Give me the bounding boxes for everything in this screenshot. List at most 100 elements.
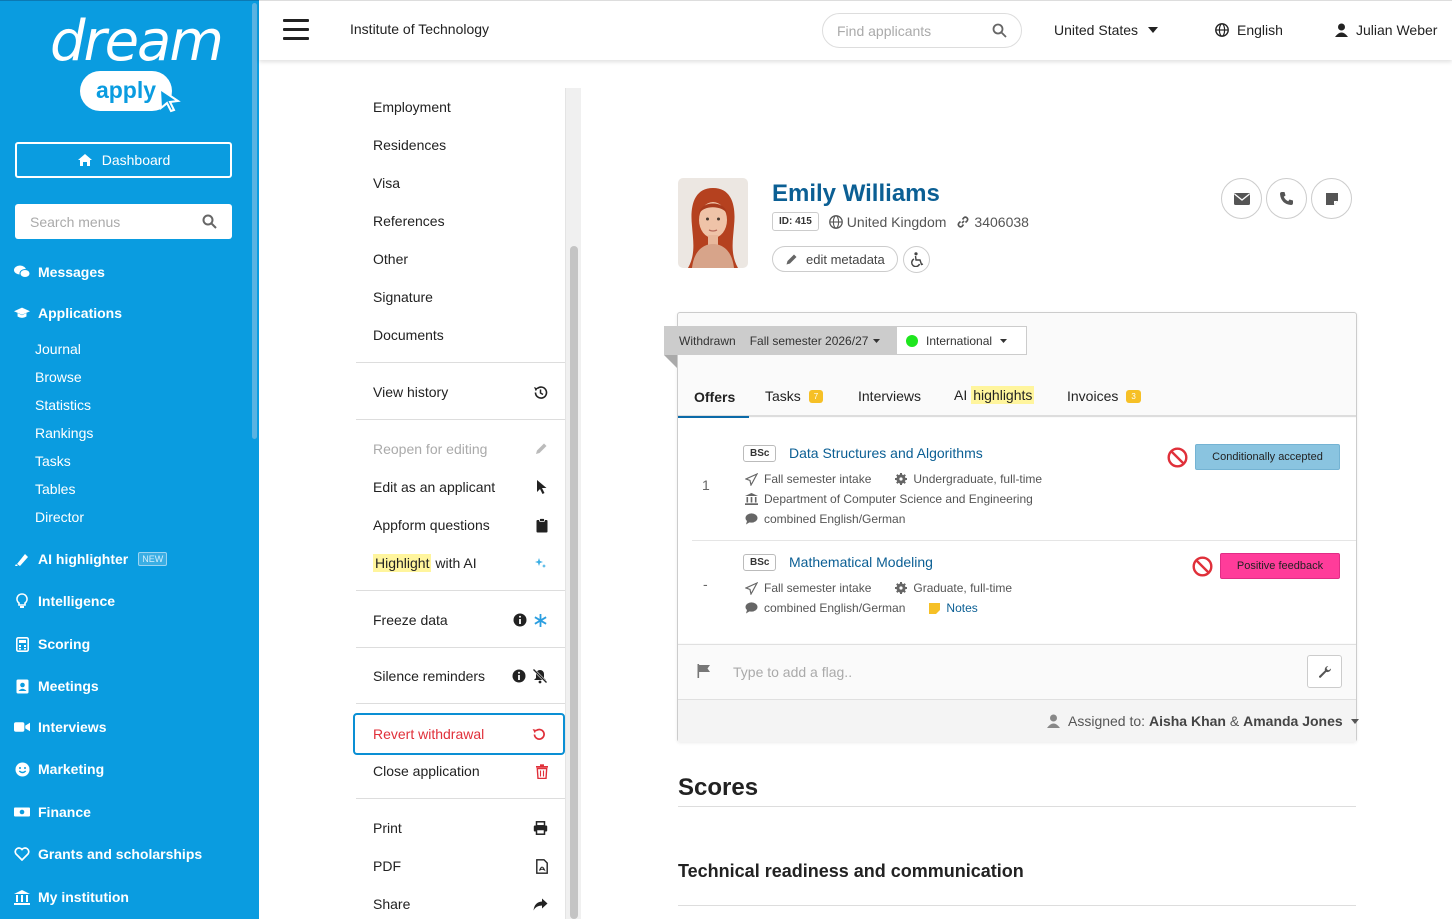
sidebar-item-meetings[interactable]: Meetings <box>14 675 99 697</box>
menu-item-references[interactable]: References <box>356 202 565 240</box>
sidebar-search[interactable] <box>15 204 232 239</box>
menu-item-revert-withdrawal[interactable]: Revert withdrawal <box>353 713 565 755</box>
tab-interviews[interactable]: Interviews <box>858 388 921 404</box>
sidebar-item-ai-highlighter[interactable]: AI highlighter NEW <box>14 548 168 570</box>
sidebar-item-intelligence[interactable]: Intelligence <box>14 590 115 612</box>
menu-item-view-history[interactable]: View history <box>356 373 565 411</box>
sidebar-item-label: Intelligence <box>38 593 116 609</box>
edit-metadata-button[interactable]: edit metadata <box>772 246 898 272</box>
sidebar-item-scoring[interactable]: Scoring <box>14 633 90 655</box>
ban-icon[interactable] <box>1192 556 1213 577</box>
menu-item-print[interactable]: Print <box>356 809 565 847</box>
menu-item-pdf[interactable]: PDF <box>356 847 565 885</box>
sidebar-subitem-tasks[interactable]: Tasks <box>35 451 71 471</box>
undo-icon <box>532 728 545 740</box>
tab-offers[interactable]: Offers <box>678 388 749 418</box>
sidebar-item-applications[interactable]: Applications <box>14 302 122 324</box>
menu-item-employment[interactable]: Employment <box>356 88 565 126</box>
sidebar-subitem-journal[interactable]: Journal <box>35 339 81 359</box>
info-icon[interactable] <box>512 669 526 683</box>
email-button[interactable] <box>1221 178 1262 219</box>
offer-language-line: combined English/German Notes <box>745 601 978 615</box>
assigned-to[interactable]: Assigned to: Aisha Khan & Amanda Jones <box>1047 713 1359 729</box>
menu-item-silence-reminders[interactable]: Silence reminders <box>356 657 565 695</box>
dashboard-button[interactable]: Dashboard <box>15 142 232 178</box>
offer-divider <box>692 540 1356 541</box>
menu-item-highlight-with-ai[interactable]: Highlight with AI <box>356 544 565 582</box>
sticky-note-icon <box>929 602 941 614</box>
applicant-link-id[interactable]: 3406038 <box>956 214 1029 230</box>
trash-icon <box>536 763 548 779</box>
menu-item-share[interactable]: Share <box>356 885 565 919</box>
sidebar-item-grants[interactable]: Grants and scholarships <box>14 843 202 865</box>
offer-status-pill[interactable]: Positive feedback <box>1220 553 1340 579</box>
sidebar-scrollbar[interactable] <box>252 3 257 439</box>
find-applicants-search[interactable] <box>822 13 1022 48</box>
menu-scrollbar-thumb[interactable] <box>570 246 578 919</box>
sidebar-item-finance[interactable]: Finance <box>14 801 91 823</box>
sidebar-subitem-browse[interactable]: Browse <box>35 367 82 387</box>
offer-status-pill[interactable]: Conditionally accepted <box>1195 444 1340 470</box>
user-menu[interactable]: Julian Weber <box>1335 22 1437 38</box>
menu-item-appform-questions[interactable]: Appform questions <box>356 506 565 544</box>
menu-item-reopen-for-editing[interactable]: Reopen for editing <box>356 430 565 468</box>
sidebar-item-marketing[interactable]: Marketing <box>14 758 104 780</box>
sidebar-item-label: Finance <box>38 804 91 820</box>
institution-name[interactable]: Institute of Technology <box>350 21 489 37</box>
hamburger-menu-icon[interactable] <box>283 19 309 41</box>
offer-intake: Fall semester intake <box>764 581 872 595</box>
group-selector[interactable]: International <box>896 326 1027 355</box>
semester-selector[interactable]: Fall semester 2026/27 <box>750 334 881 348</box>
tab-ai-highlights[interactable]: AI highlights <box>954 386 1035 404</box>
lightbulb-icon <box>14 593 30 609</box>
sidebar-item-label: Scoring <box>38 636 91 652</box>
menu-divider <box>356 703 565 704</box>
tab-invoices[interactable]: Invoices 3 <box>1067 388 1141 404</box>
sidebar-item-interviews[interactable]: Interviews <box>14 716 106 738</box>
caret-down-icon <box>1350 718 1359 724</box>
country-selector[interactable]: United States <box>1054 22 1159 38</box>
note-button[interactable] <box>1311 178 1352 219</box>
notes-link[interactable]: Notes <box>946 601 977 615</box>
menu-item-close-application[interactable]: Close application <box>356 752 565 790</box>
degree-badge: BSc <box>743 554 777 571</box>
ban-icon[interactable] <box>1167 447 1188 468</box>
caret-down-icon <box>873 338 881 343</box>
menu-item-edit-as-applicant[interactable]: Edit as an applicant <box>356 468 565 506</box>
find-applicants-input[interactable] <box>837 22 977 39</box>
applicant-name[interactable]: Emily Williams <box>772 180 940 208</box>
flag-input[interactable]: Type to add a flag.. <box>733 664 852 680</box>
menu-item-other[interactable]: Other <box>356 240 565 278</box>
sidebar-item-my-institution[interactable]: My institution <box>14 886 129 908</box>
sidebar-subitem-statistics[interactable]: Statistics <box>35 395 91 415</box>
user-name: Julian Weber <box>1356 22 1438 38</box>
offer-title[interactable]: Data Structures and Algorithms <box>789 445 983 461</box>
search-menus-input[interactable] <box>30 213 180 230</box>
tab-tasks[interactable]: Tasks 7 <box>765 388 824 404</box>
dreamapply-logo[interactable]: dream apply <box>50 11 224 115</box>
menu-item-residences[interactable]: Residences <box>356 126 565 164</box>
menu-item-visa[interactable]: Visa <box>356 164 565 202</box>
sidebar-subitem-director[interactable]: Director <box>35 507 84 527</box>
status-bar[interactable]: Withdrawn Fall semester 2026/27 <box>664 326 896 355</box>
menu-item-freeze-data[interactable]: Freeze data <box>356 601 565 639</box>
flag-settings-button[interactable] <box>1307 655 1342 688</box>
file-pdf-icon <box>536 858 548 874</box>
sidebar-item-messages[interactable]: Messages <box>14 261 105 283</box>
sidebar-subitem-rankings[interactable]: Rankings <box>35 423 93 443</box>
search-icon[interactable] <box>202 214 217 229</box>
offer-title[interactable]: Mathematical Modeling <box>789 554 933 570</box>
menu-item-signature[interactable]: Signature <box>356 278 565 316</box>
info-icon[interactable] <box>513 613 527 627</box>
menu-item-label: Other <box>373 251 409 267</box>
application-tabs: Offers Tasks 7 Interviews AI highlights … <box>678 378 1356 418</box>
country-label: United States <box>1054 22 1139 38</box>
offer-language-line: combined English/German <box>745 512 905 526</box>
menu-item-documents[interactable]: Documents <box>356 316 565 354</box>
language-selector[interactable]: English <box>1215 22 1283 38</box>
phone-button[interactable] <box>1266 178 1307 219</box>
search-icon[interactable] <box>992 23 1007 38</box>
sidebar-subitem-tables[interactable]: Tables <box>35 479 75 499</box>
sidebar-item-label: My institution <box>38 889 129 905</box>
accessibility-button[interactable] <box>903 246 930 273</box>
